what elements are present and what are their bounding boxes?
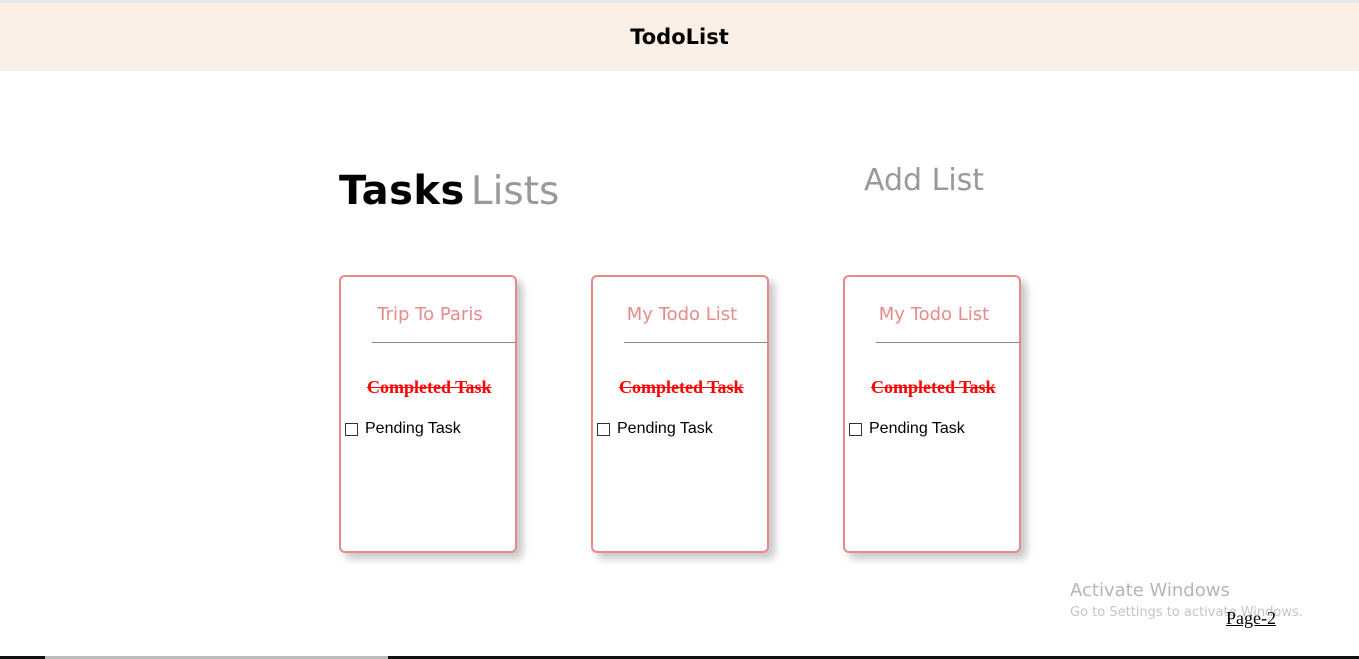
pending-task: Pending Task — [869, 420, 965, 437]
heading-tasks: Tasks — [339, 168, 465, 214]
list-title: Trip To Paris — [377, 304, 483, 325]
pending-task-row: Pending Task — [597, 420, 713, 438]
add-list-button[interactable]: Add List — [864, 163, 984, 198]
list-title: My Todo List — [878, 304, 990, 325]
task-checkbox[interactable] — [597, 422, 610, 436]
page-heading: Tasks Lists — [339, 168, 559, 214]
app-title: TodoList — [630, 25, 729, 49]
list-title: My Todo List — [626, 304, 738, 325]
completed-task[interactable]: Completed Task — [871, 377, 996, 398]
list-card[interactable]: Trip To Paris Completed Task Pending Tas… — [339, 275, 517, 553]
completed-task[interactable]: Completed Task — [619, 377, 744, 398]
task-checkbox[interactable] — [345, 422, 358, 436]
heading-lists: Lists — [470, 169, 560, 214]
pending-task: Pending Task — [617, 420, 713, 437]
next-page-link[interactable]: Page-2 — [1226, 608, 1276, 629]
app-header: TodoList — [0, 3, 1359, 71]
divider — [372, 342, 516, 343]
completed-task[interactable]: Completed Task — [367, 377, 492, 398]
list-card[interactable]: My Todo List Completed Task Pending Task — [591, 275, 769, 553]
task-checkbox[interactable] — [849, 422, 862, 436]
divider — [624, 342, 768, 343]
pending-task-row: Pending Task — [849, 420, 965, 438]
activate-windows-title: Activate Windows — [1070, 580, 1230, 601]
list-card[interactable]: My Todo List Completed Task Pending Task — [843, 275, 1021, 553]
divider — [876, 342, 1020, 343]
pending-task: Pending Task — [365, 420, 461, 437]
pending-task-row: Pending Task — [345, 420, 461, 438]
